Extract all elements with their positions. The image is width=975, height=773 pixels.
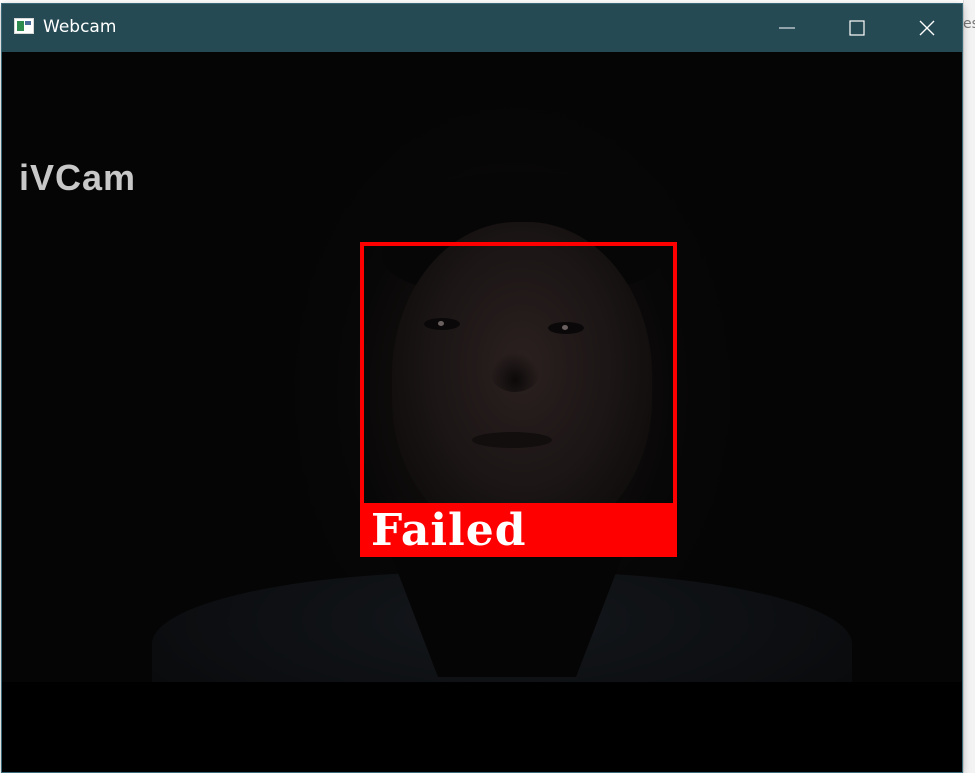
close-icon [919,20,935,36]
ivcam-watermark: iVCam [19,157,137,198]
app-window-icon [14,18,34,34]
minimize-icon [779,27,795,29]
minimize-button[interactable] [752,4,822,52]
video-letterbox [2,682,962,772]
maximize-button[interactable] [822,4,892,52]
face-recognition-status: Failed [371,505,527,556]
window-title: Webcam [43,17,117,37]
webcam-window: Webcam iVCam Failed [2,4,962,772]
background-window-edge [963,0,975,773]
close-button[interactable] [892,4,962,52]
title-bar[interactable]: Webcam [2,4,962,52]
background-window-text: es [963,16,975,32]
maximize-icon [849,20,865,36]
